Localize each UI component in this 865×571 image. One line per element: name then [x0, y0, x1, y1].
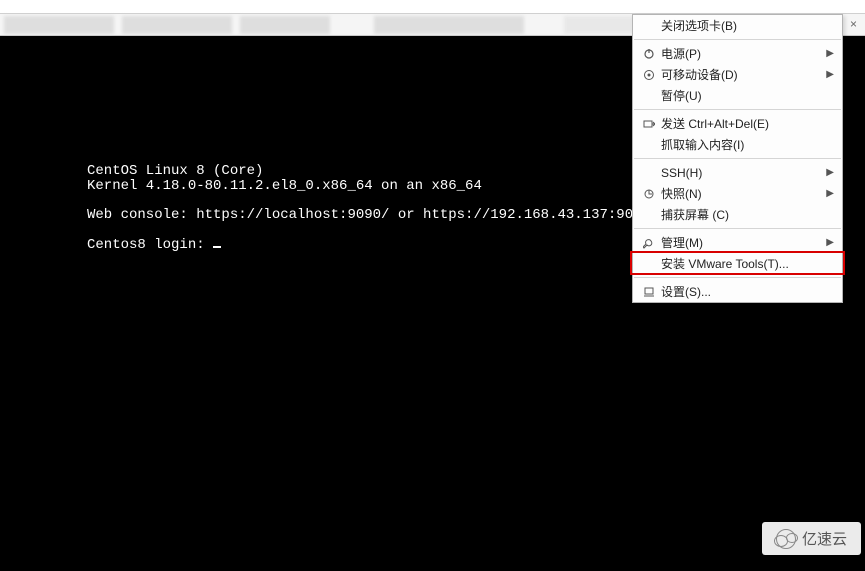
- terminal-line: Kernel 4.18.0-80.11.2.el8_0.x86_64 on an…: [87, 178, 482, 194]
- menu-label: 设置(S)...: [659, 283, 834, 300]
- menu-ssh[interactable]: SSH(H) ▶: [633, 162, 842, 183]
- menu-settings[interactable]: 设置(S)...: [633, 281, 842, 302]
- menu-install-vmware-tools[interactable]: 安装 VMware Tools(T)...: [633, 253, 842, 274]
- snapshot-icon: [639, 188, 659, 200]
- menu-grab-input[interactable]: 抓取输入内容(I): [633, 134, 842, 155]
- terminal-line: CentOS Linux 8 (Core): [87, 163, 263, 179]
- menu-removable-devices[interactable]: 可移动设备(D) ▶: [633, 64, 842, 85]
- send-icon: [639, 118, 659, 130]
- menu-label: 捕获屏幕 (C): [659, 206, 834, 223]
- menu-label: 可移动设备(D): [659, 66, 822, 83]
- menu-separator: [634, 277, 841, 278]
- menu-separator: [634, 39, 841, 40]
- wrench-icon: [639, 237, 659, 249]
- chevron-right-icon: ▶: [826, 188, 834, 199]
- vm-tab[interactable]: [240, 16, 330, 34]
- cursor: [213, 246, 221, 248]
- vm-context-menu: 关闭选项卡(B) 电源(P) ▶ 可移动设备(D) ▶ 暂停(U) 发送 Ctr…: [632, 14, 843, 303]
- power-icon: [639, 48, 659, 60]
- terminal-output[interactable]: CentOS Linux 8 (Core) Kernel 4.18.0-80.1…: [87, 164, 658, 253]
- vm-tab[interactable]: [122, 16, 232, 34]
- settings-icon: [639, 286, 659, 298]
- menu-label: 管理(M): [659, 234, 822, 251]
- menu-label: 快照(N): [659, 185, 822, 202]
- cloud-icon: [776, 529, 796, 549]
- menu-label: 电源(P): [659, 45, 822, 62]
- chevron-right-icon: ▶: [826, 48, 834, 59]
- vm-tab[interactable]: [4, 16, 114, 34]
- menu-separator: [634, 228, 841, 229]
- chevron-right-icon: ▶: [826, 69, 834, 80]
- menu-label: 发送 Ctrl+Alt+Del(E): [659, 115, 834, 132]
- chevron-right-icon: ▶: [826, 167, 834, 178]
- window-titlebar: [0, 0, 865, 14]
- terminal-line: Web console: https://localhost:9090/ or …: [87, 207, 658, 223]
- menu-close-tab[interactable]: 关闭选项卡(B): [633, 15, 842, 36]
- watermark-text: 亿速云: [802, 528, 847, 549]
- menu-label: 关闭选项卡(B): [659, 17, 834, 34]
- menu-label: 安装 VMware Tools(T)...: [659, 255, 834, 272]
- menu-send-ctrl-alt-del[interactable]: 发送 Ctrl+Alt+Del(E): [633, 113, 842, 134]
- menu-manage[interactable]: 管理(M) ▶: [633, 232, 842, 253]
- menu-capture-screen[interactable]: 捕获屏幕 (C): [633, 204, 842, 225]
- menu-separator: [634, 158, 841, 159]
- menu-power[interactable]: 电源(P) ▶: [633, 43, 842, 64]
- menu-label: SSH(H): [659, 166, 822, 180]
- menu-pause[interactable]: 暂停(U): [633, 85, 842, 106]
- login-prompt: Centos8 login:: [87, 237, 213, 253]
- menu-label: 抓取输入内容(I): [659, 136, 834, 153]
- menu-snapshot[interactable]: 快照(N) ▶: [633, 183, 842, 204]
- vm-tab-active[interactable]: [564, 16, 634, 34]
- close-tab-icon[interactable]: ×: [850, 17, 857, 31]
- device-icon: [639, 69, 659, 81]
- vm-tab[interactable]: [374, 16, 524, 34]
- chevron-right-icon: ▶: [826, 237, 834, 248]
- menu-separator: [634, 109, 841, 110]
- menu-label: 暂停(U): [659, 87, 834, 104]
- watermark: 亿速云: [762, 522, 861, 555]
